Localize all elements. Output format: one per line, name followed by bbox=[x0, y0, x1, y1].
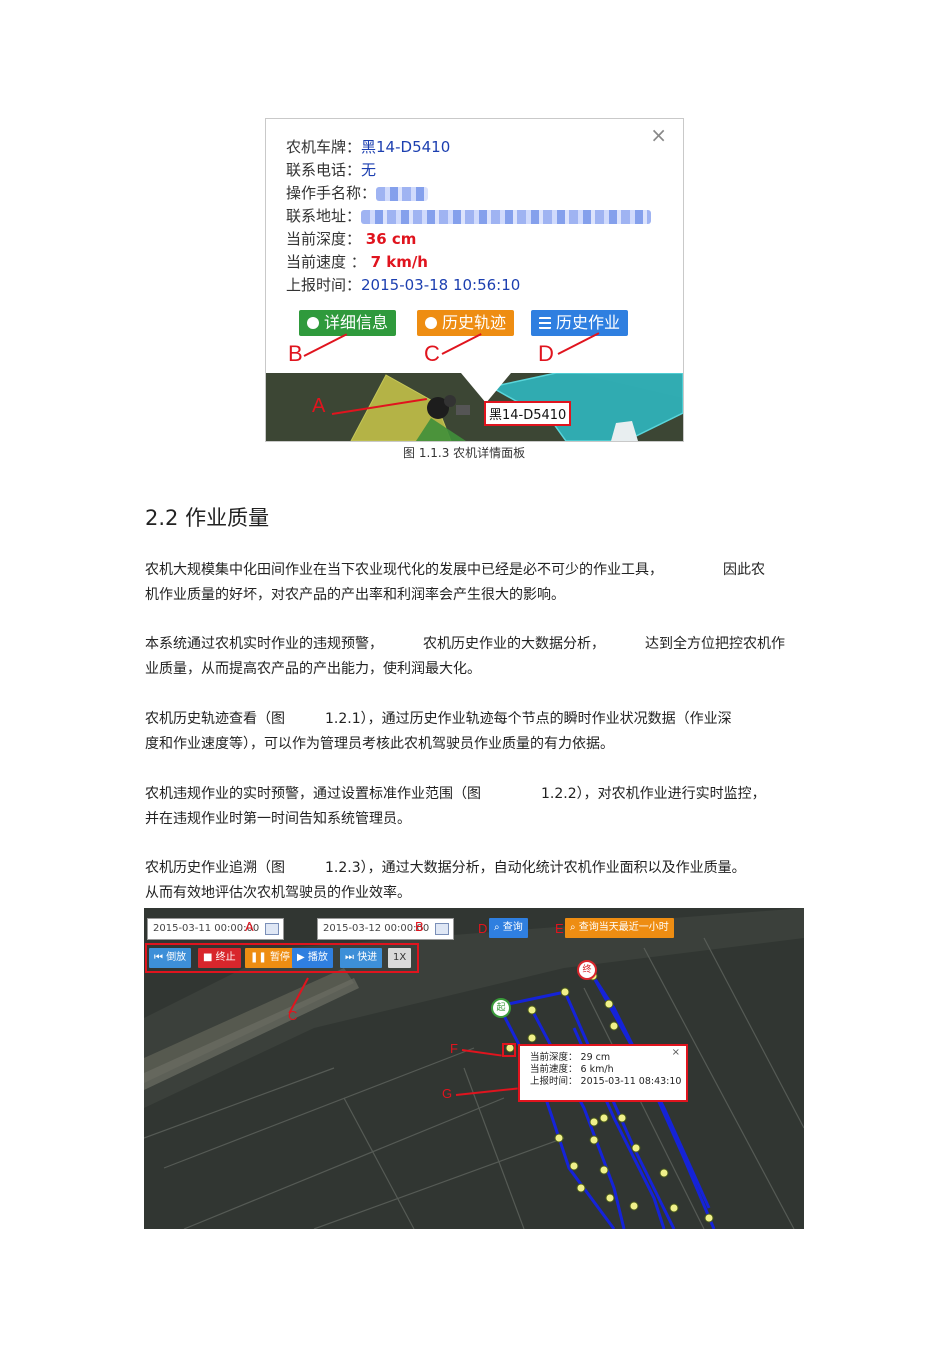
paragraph-3: 农机历史轨迹查看（图 1.2.1），通过历史作业轨迹每个节点的瞬时作业状况数据（作… bbox=[145, 711, 732, 752]
rewind-button[interactable]: ⏮ 倒放 bbox=[149, 948, 192, 968]
field-plate: 农机车牌：黑14-D5410 bbox=[286, 138, 451, 156]
blurred-operator-name bbox=[376, 186, 429, 201]
pause-icon: ❚❚ bbox=[250, 952, 270, 963]
search-icon: ⌕ bbox=[570, 922, 579, 933]
marker-f: F bbox=[450, 1041, 458, 1056]
query-button[interactable]: ⌕ 查询 bbox=[489, 918, 528, 938]
paragraph-4: 农机违规作业的实时预警，通过设置标准作业范围（图 1.2.2），对农机作业进行实时… bbox=[145, 786, 766, 827]
stop-button[interactable]: ■ 终止 bbox=[198, 948, 241, 968]
speed-multiplier-button[interactable]: 1X bbox=[388, 948, 412, 968]
field-report-time: 上报时间：2015-03-18 10:56:10 bbox=[286, 276, 521, 294]
marker-c: C bbox=[288, 1008, 298, 1023]
paragraph-2: 本系统通过农机实时作业的违规预警， 农机历史作业的大数据分析， 达到全方位把控农机作… bbox=[145, 636, 785, 677]
start-date-input[interactable]: 2015-03-11 00:00:00 bbox=[147, 918, 284, 940]
marker-a: A bbox=[312, 395, 326, 417]
clock-icon bbox=[425, 317, 437, 329]
fast-forward-button[interactable]: ⏭ 快进 bbox=[340, 948, 383, 968]
detail-info-button[interactable]: 详细信息 bbox=[299, 310, 397, 336]
popup-speed: 当前速度： 6 km/h bbox=[530, 1064, 614, 1075]
calendar-icon[interactable] bbox=[265, 923, 279, 935]
end-date-input[interactable]: 2015-03-12 00:00:00 bbox=[317, 918, 454, 940]
section-title: 2.2 作业质量 bbox=[145, 506, 270, 530]
selected-node-frame[interactable] bbox=[502, 1043, 516, 1057]
field-phone: 联系电话：无 bbox=[286, 161, 377, 179]
field-operator: 操作手名称： bbox=[286, 183, 429, 203]
list-icon bbox=[539, 317, 551, 329]
map-plate-label: 黑14-D5410 bbox=[484, 401, 572, 426]
marker-d: D bbox=[538, 341, 554, 366]
marker-e: E bbox=[555, 921, 564, 936]
popup-depth: 当前深度： 29 cm bbox=[530, 1052, 611, 1063]
figure-caption: 图 1.1.3 农机详情面板 bbox=[403, 446, 526, 460]
history-work-button[interactable]: 历史作业 bbox=[531, 310, 629, 336]
history-trajectory-map: 2015-03-11 00:00:00 A 2015-03-12 00:00:0… bbox=[144, 908, 804, 1229]
map-drawing bbox=[266, 373, 683, 441]
paragraph-5: 农机历史作业追溯（图 1.2.3），通过大数据分析，自动化统计农机作业面积以及作业… bbox=[145, 860, 746, 901]
info-icon bbox=[307, 317, 319, 329]
calendar-icon[interactable] bbox=[435, 923, 449, 935]
marker-g: G bbox=[442, 1086, 453, 1101]
pause-button[interactable]: ❚❚ 暂停 bbox=[245, 948, 295, 968]
search-icon: ⌕ bbox=[494, 922, 503, 933]
play-icon: ▶ bbox=[297, 952, 308, 963]
history-track-button[interactable]: 历史轨迹 bbox=[417, 310, 515, 336]
start-point-icon[interactable]: 起 bbox=[491, 998, 511, 1018]
paragraph-1: 农机大规模集中化田间作业在当下农业现代化的发展中已经是必不可少的作业工具， 因此农… bbox=[145, 562, 765, 603]
marker-b: B bbox=[415, 919, 424, 934]
field-speed: 当前速度 ： 7 km/h bbox=[286, 253, 428, 271]
close-icon[interactable]: × bbox=[650, 125, 667, 145]
end-point-icon[interactable]: 终 bbox=[577, 960, 597, 980]
node-info-popup: × 当前深度： 29 cm 当前速度： 6 km/h 上报时间： 2015-03… bbox=[518, 1044, 688, 1102]
satellite-map-strip: A 黑14-D5410 bbox=[266, 373, 683, 441]
machine-detail-panel: × 农机车牌：黑14-D5410 联系电话：无 操作手名称： 联系地址： 当前深… bbox=[265, 118, 684, 442]
blurred-address bbox=[361, 209, 652, 224]
popup-time: 上报时间： 2015-03-11 08:43:10 bbox=[530, 1076, 682, 1087]
play-button[interactable]: ▶ 播放 bbox=[292, 948, 333, 968]
marker-b: B bbox=[288, 341, 303, 366]
marker-d: D bbox=[478, 921, 488, 936]
field-address: 联系地址： bbox=[286, 206, 652, 226]
fast-forward-icon: ⏭ bbox=[345, 952, 358, 963]
rewind-icon: ⏮ bbox=[154, 952, 167, 963]
query-recent-hour-button[interactable]: ⌕ 查询当天最近一小时 bbox=[565, 918, 674, 938]
stop-icon: ■ bbox=[203, 952, 216, 963]
arrow-b bbox=[303, 333, 348, 357]
marker-c: C bbox=[424, 341, 440, 366]
field-depth: 当前深度： 36 cm bbox=[286, 230, 417, 248]
close-icon[interactable]: × bbox=[672, 1047, 680, 1059]
marker-a: A bbox=[245, 919, 254, 934]
arrow-c bbox=[441, 333, 482, 355]
